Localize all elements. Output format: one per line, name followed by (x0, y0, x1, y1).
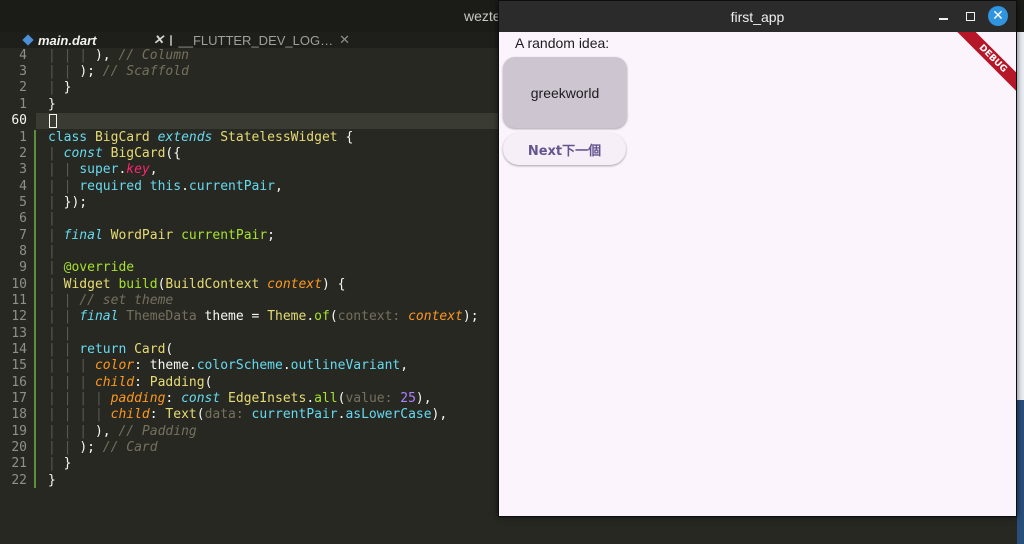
code-line: | const BigCard({ (48, 146, 182, 161)
line-number: 8 (19, 244, 27, 259)
line-number: 13 (11, 326, 27, 341)
close-tab-icon[interactable]: ✕ (153, 32, 164, 48)
flutter-app-window: first_app ✕ A random idea: greekworld Ne… (498, 0, 1017, 517)
code-line: | }); (48, 195, 88, 210)
tab-main-dart[interactable]: main.dart ✕ (22, 32, 164, 48)
code-line: | | | child: Padding( (48, 375, 213, 390)
code-line: | Widget build(BuildContext context) { (48, 277, 346, 292)
next-button[interactable]: Next下一個 (503, 133, 626, 165)
debug-banner: DEBUG (954, 32, 1016, 98)
text-cursor (49, 114, 57, 128)
code-line: | (48, 244, 56, 259)
code-line: class BigCard extends StatelessWidget { (48, 130, 354, 145)
close-icon: ✕ (992, 8, 1004, 24)
line-number: 22 (11, 473, 27, 488)
tab-label: __FLUTTER_DEV_LOG… (178, 32, 334, 48)
code-line: | | | color: theme.colorScheme.outlineVa… (48, 358, 409, 373)
code-line: | | // set theme (48, 293, 174, 308)
line-number: 14 (11, 342, 27, 357)
code-line: | | super.key, (48, 162, 158, 177)
maximize-icon (965, 11, 975, 21)
line-number: 10 (11, 277, 27, 292)
code-line: | } (48, 80, 72, 95)
line-number: 2 (19, 146, 27, 161)
word-pair-card: greekworld (503, 57, 627, 128)
minimize-button[interactable] (934, 7, 952, 25)
git-change-bar (34, 130, 36, 488)
line-number: 4 (19, 179, 27, 194)
line-number: 2 (19, 80, 27, 95)
line-number: 3 (19, 64, 27, 79)
tab-label: main.dart (38, 32, 97, 48)
debug-banner-label: DEBUG (977, 42, 1009, 75)
word-pair-text: greekworld (530, 84, 600, 101)
minimize-icon (938, 18, 948, 20)
code-line: | | final ThemeData theme = Theme.of(con… (48, 309, 479, 324)
line-number: 11 (11, 293, 27, 308)
line-number: 60 (11, 113, 27, 128)
code-line: | | required this.currentPair, (48, 179, 283, 194)
code-line: | | ); // Scaffold (48, 64, 189, 79)
code-line: } (48, 473, 56, 488)
line-number: 17 (11, 391, 27, 406)
line-number-gutter: 4 3 2 1 60 1 2 3 4 5 6 7 8 9 10 11 12 13… (0, 48, 34, 544)
code-line: | } (48, 456, 72, 471)
line-number: 1 (19, 97, 27, 112)
maximize-button[interactable] (961, 7, 979, 25)
current-line-highlight (36, 113, 506, 129)
code-line: | final WordPair currentPair; (48, 228, 275, 243)
file-icon (170, 34, 173, 46)
code-line: | (48, 211, 56, 226)
line-number: 4 (19, 48, 27, 63)
line-number: 16 (11, 375, 27, 390)
line-number: 5 (19, 195, 27, 210)
code-line: | @override (48, 260, 135, 275)
code-line: | | | ), // Padding (48, 424, 197, 439)
code-line: | | (48, 326, 72, 341)
code-line: | | return Card( (48, 342, 174, 357)
line-number: 20 (11, 440, 27, 455)
line-number: 21 (11, 456, 27, 471)
code-line: | | | | child: Text(data: currentPair.as… (48, 407, 448, 422)
line-number: 19 (11, 424, 27, 439)
line-number: 15 (11, 358, 27, 373)
desktop-background (1017, 400, 1024, 544)
tab-flutter-dev-log[interactable]: __FLUTTER_DEV_LOG… ✕ (170, 32, 350, 48)
code-line: | | | | padding: const EdgeInsets.all(va… (48, 391, 432, 406)
close-button[interactable]: ✕ (988, 6, 1008, 26)
random-idea-label: A random idea: (515, 35, 610, 51)
window-titlebar[interactable]: first_app ✕ (499, 1, 1016, 32)
line-number: 6 (19, 211, 27, 226)
close-tab-icon[interactable]: ✕ (339, 32, 350, 48)
terminal-title: wezte (464, 8, 501, 24)
line-number: 18 (11, 407, 27, 422)
line-number: 12 (11, 309, 27, 324)
code-line: | | ); // Card (48, 440, 158, 455)
line-number: 1 (19, 130, 27, 145)
line-number: 7 (19, 228, 27, 243)
line-number: 9 (19, 260, 27, 275)
code-line: } (48, 97, 56, 112)
code-line: | | | ), // Column (48, 48, 189, 63)
app-content: A random idea: greekworld Next下一個 DEBUG (499, 32, 1016, 516)
dart-file-icon (22, 34, 34, 46)
line-number: 3 (19, 162, 27, 177)
